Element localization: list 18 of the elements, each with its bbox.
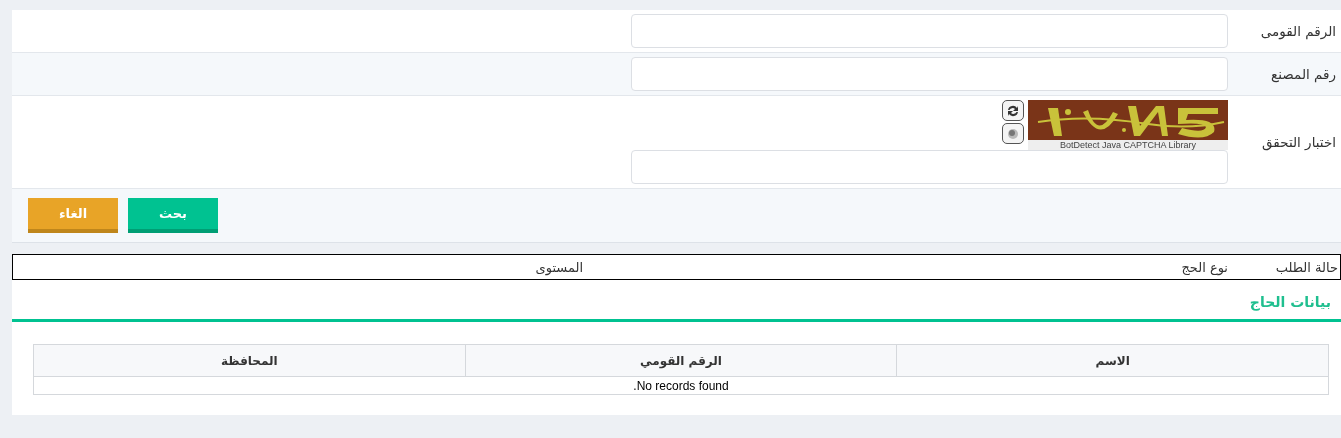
input-field[interactable]	[631, 150, 1228, 184]
search-button[interactable]: بحث	[128, 198, 218, 233]
field-label: اختبار التحقق	[1261, 134, 1337, 150]
column-header: الاسم	[896, 344, 1329, 377]
empty-message: .No records found	[33, 376, 1329, 395]
input-field[interactable]	[631, 14, 1228, 48]
captcha-caption: BotDetect Java CAPTCHA Library	[1058, 140, 1198, 150]
input-field[interactable]	[631, 57, 1228, 91]
summary-label: نوع الحج	[1181, 259, 1228, 275]
summary-label: حالة الطلب	[1275, 259, 1338, 275]
column-header: المحافظة	[33, 344, 466, 377]
summary-label: المستوى	[535, 259, 583, 275]
section-title: بيانات الحاج	[1249, 294, 1331, 310]
cancel-button[interactable]: الغاء	[28, 198, 118, 233]
column-header: الرقم القومي	[465, 344, 897, 377]
field-label: الرقم القومى	[1259, 23, 1337, 39]
field-label: رقم المصنع	[1270, 66, 1337, 82]
refresh-icon[interactable]	[1002, 100, 1024, 121]
